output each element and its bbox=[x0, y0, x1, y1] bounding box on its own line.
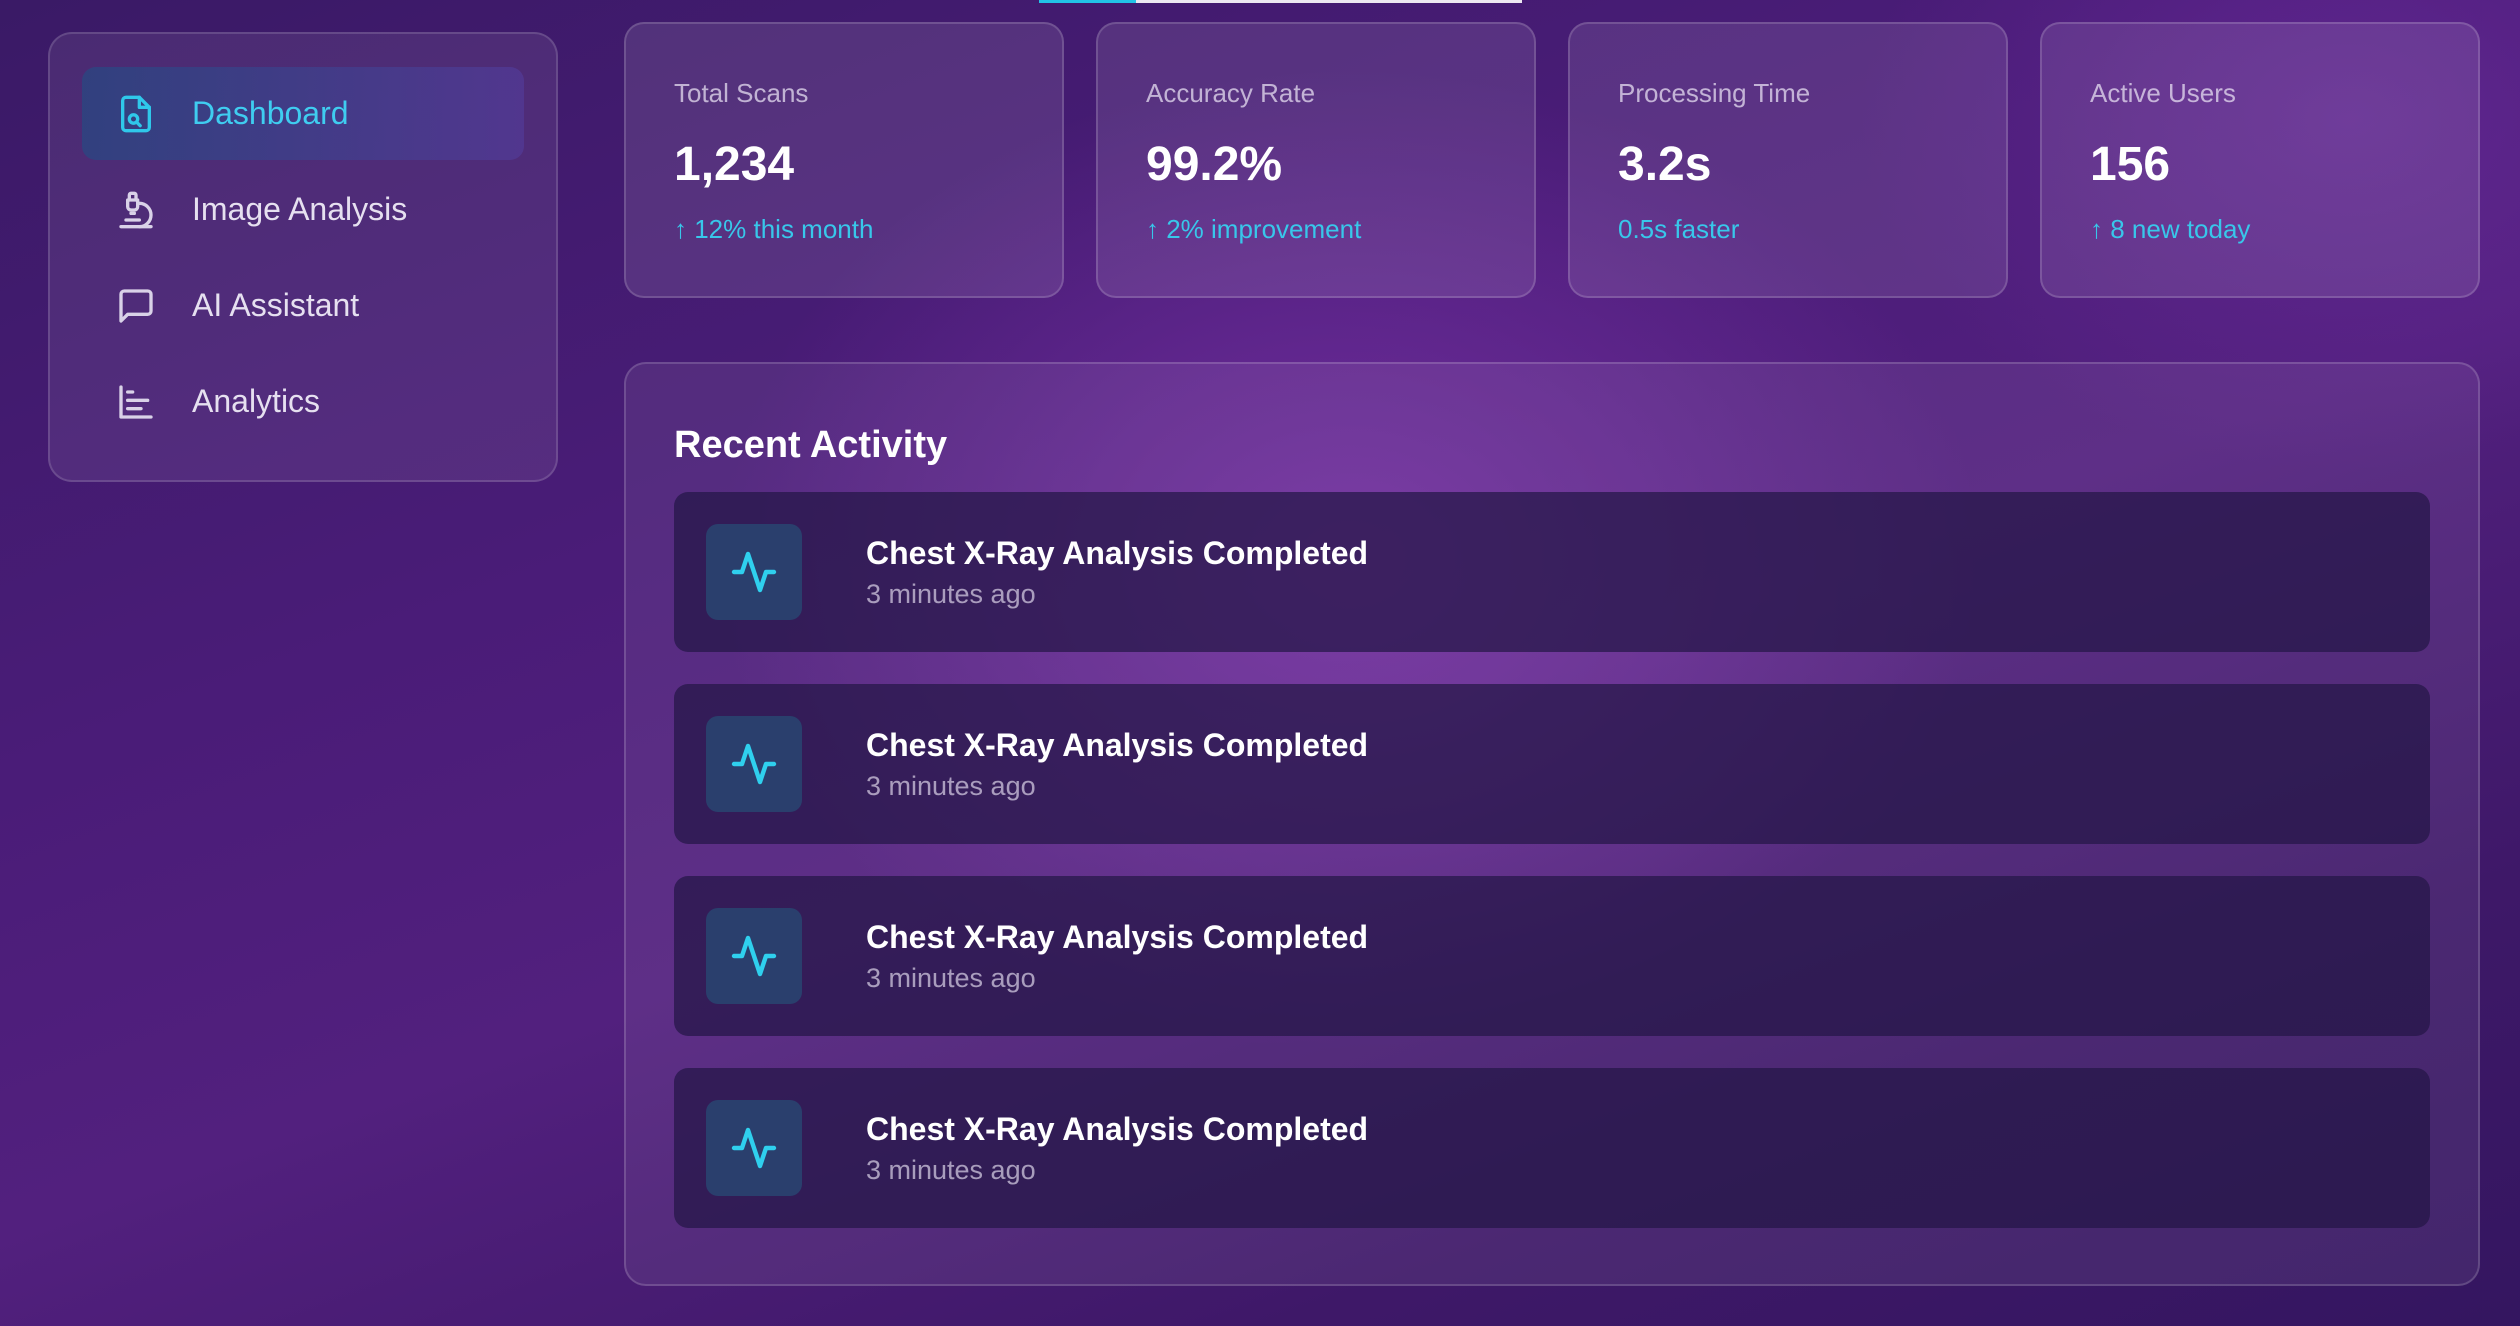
stat-label: Processing Time bbox=[1618, 78, 1811, 108]
activity-item-time: 3 minutes ago bbox=[866, 963, 1036, 993]
stat-card-accuracy-rate: Accuracy Rate 99.2% ↑ 2% improvement bbox=[1096, 22, 1536, 298]
sidebar-item-analytics[interactable]: Analytics bbox=[82, 355, 524, 448]
activity-item[interactable]: Chest X-Ray Analysis Completed 3 minutes… bbox=[674, 876, 2430, 1036]
stat-value: 99.2% bbox=[1146, 138, 1283, 191]
stat-card-total-scans: Total Scans 1,234 ↑ 12% this month bbox=[624, 22, 1064, 298]
stat-card-active-users: Active Users 156 ↑ 8 new today bbox=[2040, 22, 2480, 298]
stat-change: 0.5s faster bbox=[1618, 214, 1740, 244]
sidebar-item-ai-assistant[interactable]: AI Assistant bbox=[82, 259, 524, 352]
activity-pulse-icon bbox=[706, 524, 802, 620]
recent-activity-title: Recent Activity bbox=[674, 424, 948, 466]
activity-item[interactable]: Chest X-Ray Analysis Completed 3 minutes… bbox=[674, 684, 2430, 844]
activity-pulse-icon bbox=[706, 1100, 802, 1196]
sidebar: Dashboard Image Analysis AI Assistant An… bbox=[48, 32, 558, 482]
activity-item[interactable]: Chest X-Ray Analysis Completed 3 minutes… bbox=[674, 492, 2430, 652]
bar-chart-icon bbox=[116, 382, 156, 422]
activity-item-time: 3 minutes ago bbox=[866, 771, 1036, 801]
stat-value: 156 bbox=[2090, 138, 2171, 191]
top-progress-bar bbox=[1039, 0, 1522, 3]
stat-value: 1,234 bbox=[674, 138, 795, 191]
sidebar-item-label: Image Analysis bbox=[192, 191, 408, 227]
sidebar-item-image-analysis[interactable]: Image Analysis bbox=[82, 163, 524, 256]
stat-label: Accuracy Rate bbox=[1146, 78, 1316, 108]
activity-item-title: Chest X-Ray Analysis Completed bbox=[866, 919, 1369, 955]
stat-change: ↑ 8 new today bbox=[2090, 214, 2251, 244]
stat-change: ↑ 12% this month bbox=[674, 214, 874, 244]
recent-activity-panel: Recent Activity Chest X-Ray Analysis Com… bbox=[624, 362, 2480, 1286]
microscope-icon bbox=[116, 190, 156, 230]
activity-item-time: 3 minutes ago bbox=[866, 1155, 1036, 1185]
activity-item-title: Chest X-Ray Analysis Completed bbox=[866, 535, 1369, 571]
file-search-icon bbox=[116, 94, 156, 134]
activity-pulse-icon bbox=[706, 716, 802, 812]
activity-item-title: Chest X-Ray Analysis Completed bbox=[866, 727, 1369, 763]
sidebar-item-dashboard[interactable]: Dashboard bbox=[82, 67, 524, 160]
stat-change: ↑ 2% improvement bbox=[1146, 214, 1362, 244]
activity-item-time: 3 minutes ago bbox=[866, 579, 1036, 609]
stat-value: 3.2s bbox=[1618, 138, 1712, 191]
stats-row: Total Scans 1,234 ↑ 12% this month Accur… bbox=[624, 22, 2480, 298]
message-square-icon bbox=[116, 286, 156, 326]
top-progress-fill bbox=[1039, 0, 1136, 3]
activity-item-title: Chest X-Ray Analysis Completed bbox=[866, 1111, 1369, 1147]
sidebar-item-label: Dashboard bbox=[192, 95, 349, 131]
sidebar-item-label: Analytics bbox=[192, 383, 321, 419]
stat-card-processing-time: Processing Time 3.2s 0.5s faster bbox=[1568, 22, 2008, 298]
stat-label: Active Users bbox=[2090, 78, 2236, 108]
sidebar-item-label: AI Assistant bbox=[192, 287, 360, 323]
activity-pulse-icon bbox=[706, 908, 802, 1004]
activity-item[interactable]: Chest X-Ray Analysis Completed 3 minutes… bbox=[674, 1068, 2430, 1228]
stat-label: Total Scans bbox=[674, 78, 809, 108]
